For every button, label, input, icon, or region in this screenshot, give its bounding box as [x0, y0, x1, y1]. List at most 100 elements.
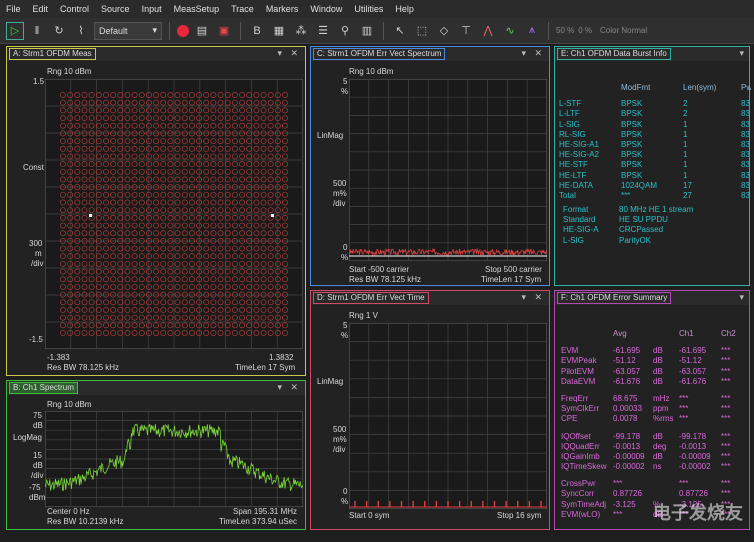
separator	[383, 21, 384, 40]
menu-file[interactable]: File	[6, 4, 21, 14]
table-row: HE-LTF BPSK 1 83	[559, 171, 751, 181]
y-scale-value: 500	[333, 425, 347, 434]
err-vect-spectrum-plot	[349, 79, 547, 261]
panel-f-title[interactable]: F: Ch1 OFDM Error Summary	[557, 292, 672, 304]
table-row: HE-STF BPSK 1 83	[559, 160, 751, 170]
marker-icon[interactable]: ⊤	[457, 22, 475, 40]
table-row: PilotEVM -63.057 dB -63.057 ***	[561, 367, 751, 377]
info-label: Format	[563, 205, 589, 214]
table-cell: 83	[741, 99, 750, 109]
table-cell: 2	[683, 99, 688, 109]
table-header: ModFmt Len(sym) Pw	[559, 83, 751, 93]
panel-controls[interactable]: ▾	[739, 292, 747, 303]
color-mode-label[interactable]: Color Normal	[600, 26, 647, 35]
table-cell: EVM(wLO)	[561, 509, 601, 519]
network-icon[interactable]: ⁂	[292, 22, 310, 40]
table-cell: -51.12	[679, 356, 702, 366]
menu-control[interactable]: Control	[60, 4, 89, 14]
table-row: L-STF BPSK 2 83	[559, 99, 751, 109]
spectrum-icon[interactable]: ⩚	[523, 22, 541, 40]
table-cell: EVM	[561, 346, 579, 356]
table-cell: ***	[721, 376, 731, 386]
single-icon[interactable]: ⌇	[72, 22, 90, 40]
y-scale-unit: dB	[33, 461, 43, 470]
table-cell: IQOffset	[561, 431, 591, 441]
table-cell: 0.87726	[613, 489, 642, 499]
table-cell: 17	[683, 180, 692, 190]
bold-icon[interactable]: B	[248, 22, 266, 40]
camera-icon[interactable]: ▣	[215, 22, 233, 40]
watermark: 电子发烧友	[653, 503, 743, 523]
record-icon[interactable]	[177, 24, 189, 37]
table-cell: Total	[559, 190, 576, 200]
table-cell: -0.0013	[679, 441, 707, 451]
search-icon[interactable]: ⚲	[336, 22, 354, 40]
panel-b-title[interactable]: B: Ch1 Spectrum	[9, 382, 78, 394]
table-row: EVM -61.695 dB -61.695 ***	[561, 346, 751, 356]
panel-f-titlebar: F: Ch1 OFDM Error Summary ▾	[555, 291, 749, 305]
clipboard-icon[interactable]: ▤	[193, 22, 211, 40]
wave-icon[interactable]: ∿	[501, 22, 519, 40]
y-bottom-unit: dBm	[29, 493, 46, 502]
y-top-label: 75	[33, 411, 42, 420]
zoom-readout: 50 %	[556, 26, 575, 35]
panel-controls[interactable]: ▾ ✕	[521, 48, 545, 59]
table-cell: ***	[721, 441, 731, 451]
menu-edit[interactable]: Edit	[33, 4, 49, 14]
box-select-icon[interactable]: ⬚	[413, 22, 431, 40]
table-cell: -99.178	[679, 431, 707, 441]
menu-help[interactable]: Help	[395, 4, 414, 14]
diamond-icon[interactable]: ◇	[435, 22, 453, 40]
table-cell: -0.00009	[679, 451, 711, 461]
y-scale-unit: m%	[333, 435, 347, 444]
menu-markers[interactable]: Markers	[266, 4, 299, 14]
panel-d-title[interactable]: D: Strm1 OFDM Err Vect Time	[313, 292, 429, 304]
y-top-label: 1.5	[33, 77, 45, 86]
restart-button[interactable]: ↻	[50, 22, 68, 40]
table-cell: ***	[721, 462, 731, 472]
menu-trace[interactable]: Trace	[231, 4, 254, 14]
menu-source[interactable]: Source	[101, 4, 130, 14]
table-cell: IQQuadErr	[561, 441, 600, 451]
peak-icon[interactable]: ⋀	[479, 22, 497, 40]
preset-select[interactable]: Default ▾	[94, 21, 162, 40]
table-cell: L-SIG	[559, 119, 580, 129]
pause-button[interactable]: ‖	[28, 22, 46, 40]
panel-controls[interactable]: ▾	[739, 48, 747, 59]
table-icon[interactable]: ▥	[358, 22, 376, 40]
table-cell: BPSK	[621, 109, 643, 119]
res-bw-label: Res BW 78.125 kHz	[47, 363, 120, 372]
y-mid-label: LinMag	[317, 131, 344, 140]
menu-bar: File Edit Control Source Input MeasSetup Trace…	[0, 0, 754, 18]
table-cell	[559, 83, 621, 93]
panel-controls[interactable]: ▾ ✕	[277, 48, 301, 59]
list-icon[interactable]: ☰	[314, 22, 332, 40]
menu-window[interactable]: Window	[310, 4, 342, 14]
grid-icon[interactable]: ▦	[270, 22, 288, 40]
panel-controls[interactable]: ▾ ✕	[521, 292, 545, 303]
panel-f-error-summary: F: Ch1 OFDM Error Summary ▾ Avg Ch1 Ch2 EVM…	[554, 290, 750, 530]
panel-e-title[interactable]: E: Ch1 OFDM Data Burst Info	[557, 48, 671, 60]
table-cell: ***	[721, 393, 731, 403]
table-row: IQQuadErr -0.0013 deg -0.0013 ***	[561, 442, 751, 452]
y-bottom-unit: %	[341, 253, 349, 262]
info-label: Standard	[563, 215, 596, 225]
zoom-readout-2: 0 %	[578, 26, 593, 35]
range-label: Rng 10 dBm	[47, 67, 92, 76]
table-cell: deg	[653, 441, 667, 451]
panel-d-titlebar: D: Strm1 OFDM Err Vect Time ▾ ✕	[311, 291, 549, 305]
panel-a-title[interactable]: A: Strm1 OFDM Meas	[9, 48, 96, 60]
table-cell: ***	[679, 479, 689, 489]
y-scale-value: 15	[33, 451, 42, 460]
pointer-icon[interactable]: ↖	[391, 22, 409, 40]
table-cell: PilotEVM	[561, 366, 594, 376]
menu-meassetup[interactable]: MeasSetup	[174, 4, 220, 14]
menu-input[interactable]: Input	[142, 4, 162, 14]
panel-controls[interactable]: ▾ ✕	[277, 382, 301, 393]
table-row: HE-SIG-A1 BPSK 1 83	[559, 140, 751, 150]
y-scale-div: /div	[31, 259, 44, 268]
table-cell: 83	[741, 180, 750, 190]
menu-utilities[interactable]: Utilities	[354, 4, 383, 14]
play-button[interactable]: ▷	[6, 21, 24, 40]
panel-c-title[interactable]: C: Strm1 OFDM Err Vect Spectrum	[313, 48, 446, 60]
